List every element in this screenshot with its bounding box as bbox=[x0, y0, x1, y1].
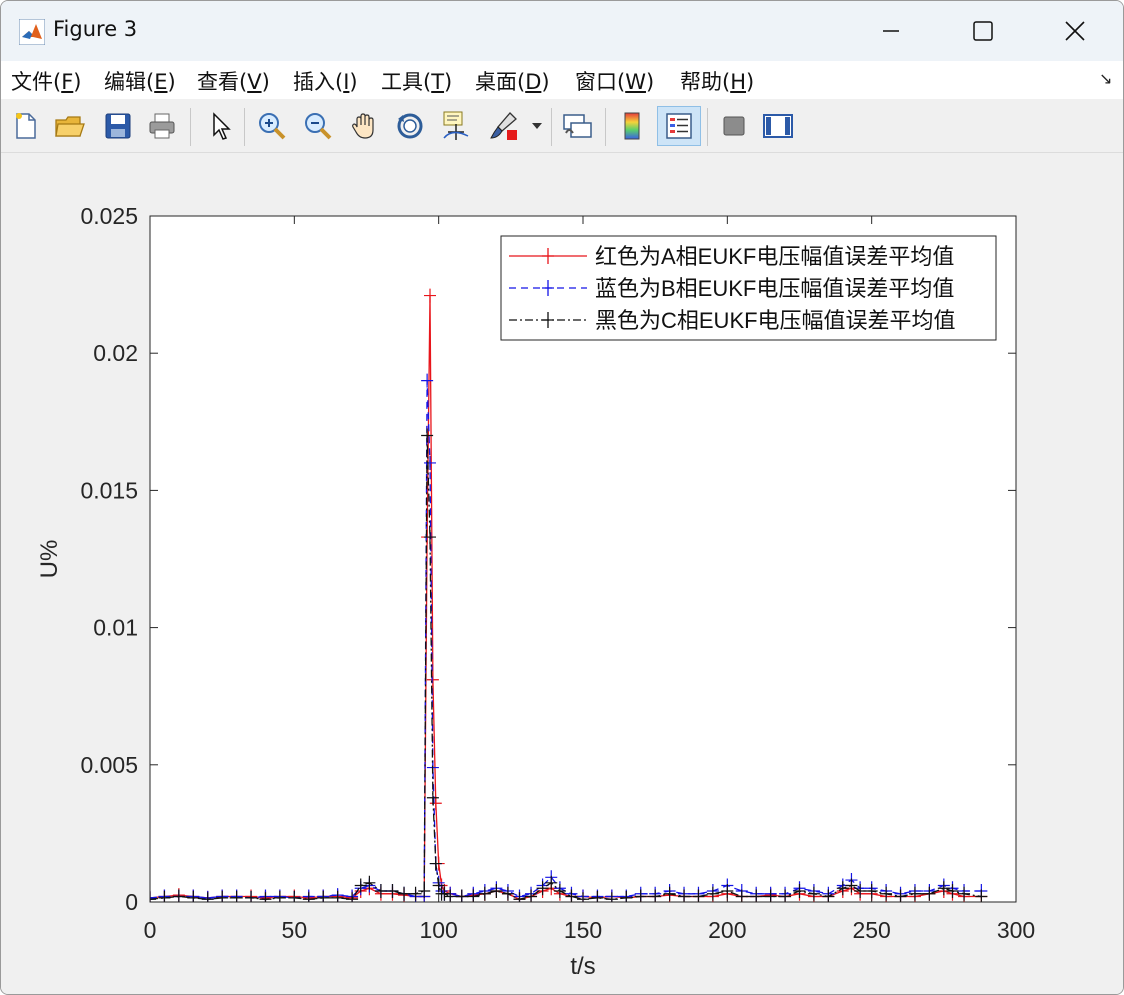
toolbar-separator bbox=[551, 108, 552, 146]
chevron-down-icon bbox=[532, 123, 542, 129]
x-tick-label: 50 bbox=[282, 917, 308, 943]
close-button[interactable] bbox=[1029, 1, 1121, 61]
zoom-in-icon bbox=[259, 113, 286, 140]
pan-icon bbox=[352, 113, 374, 139]
show-plot-tools-button[interactable] bbox=[759, 106, 797, 146]
data-cursor-icon bbox=[443, 111, 469, 140]
maximize-button[interactable] bbox=[937, 1, 1029, 61]
brush-icon bbox=[490, 112, 517, 140]
save-icon bbox=[105, 113, 131, 139]
hide-plot-tools-button[interactable] bbox=[715, 106, 753, 146]
close-icon bbox=[1065, 21, 1085, 41]
menu-help[interactable]: 帮助(H) bbox=[680, 66, 754, 96]
print-button[interactable] bbox=[143, 106, 181, 146]
toolbar-separator bbox=[190, 108, 191, 146]
minimize-button[interactable] bbox=[845, 1, 937, 61]
zoom-out-icon bbox=[305, 113, 332, 140]
figure-canvas: 0 50 100 150 200 250 300 0 0.005 0.01 0.015 0.02 0.0… bbox=[1, 153, 1123, 994]
legend-button[interactable] bbox=[657, 106, 701, 146]
hide-plot-tools-icon bbox=[723, 116, 745, 136]
figure-window: Figure 3 文件(F) 编辑(E) 查看(V) 插入(I) 工具(T) 桌… bbox=[0, 0, 1124, 995]
legend[interactable]: 红色为A相EUKF电压幅值误差平均值蓝色为B相EUKF电压幅值误差平均值黑色为C… bbox=[500, 235, 997, 341]
window-title: Figure 3 bbox=[53, 17, 138, 41]
pan-button[interactable] bbox=[345, 106, 383, 146]
link-plot-button[interactable] bbox=[559, 106, 597, 146]
menu-desktop[interactable]: 桌面(D) bbox=[475, 66, 550, 96]
figure-toolbar bbox=[1, 100, 1123, 153]
menu-view[interactable]: 查看(V) bbox=[197, 66, 270, 96]
data-cursor-button[interactable] bbox=[437, 106, 475, 146]
dock-arrow-icon[interactable]: ↘ bbox=[1099, 69, 1112, 88]
zoom-out-button[interactable] bbox=[299, 106, 337, 146]
y-tick-label: 0.01 bbox=[93, 615, 138, 641]
x-tick-label: 250 bbox=[852, 917, 890, 943]
y-tick-label: 0.025 bbox=[80, 203, 138, 229]
menu-edit[interactable]: 编辑(E) bbox=[104, 66, 176, 96]
menu-window[interactable]: 窗口(W) bbox=[575, 66, 654, 96]
y-tick-label: 0.02 bbox=[93, 340, 138, 366]
legend-icon bbox=[666, 113, 692, 139]
maximize-icon bbox=[973, 21, 993, 41]
x-tick-label: 150 bbox=[564, 917, 602, 943]
title-bar[interactable]: Figure 3 bbox=[1, 1, 1123, 61]
x-axis-label: t/s bbox=[570, 953, 595, 980]
toolbar-separator bbox=[605, 108, 606, 146]
legend-entry-2: 蓝色为B相EUKF电压幅值误差平均值 bbox=[595, 276, 954, 301]
toolbar-separator bbox=[707, 108, 708, 146]
save-button[interactable] bbox=[99, 106, 137, 146]
minimize-icon bbox=[883, 30, 899, 32]
link-plot-icon bbox=[563, 114, 592, 138]
pointer-button[interactable] bbox=[201, 106, 239, 146]
menu-file[interactable]: 文件(F) bbox=[11, 66, 82, 96]
show-plot-tools-icon bbox=[763, 114, 793, 138]
x-tick-label: 0 bbox=[144, 917, 157, 943]
new-figure-icon bbox=[16, 113, 36, 139]
rotate-3d-button[interactable] bbox=[391, 106, 429, 146]
zoom-in-button[interactable] bbox=[253, 106, 291, 146]
legend-entry-3: 黑色为C相EUKF电压幅值误差平均值 bbox=[595, 308, 956, 333]
y-tick-label: 0.005 bbox=[80, 752, 138, 778]
rotate-3d-icon bbox=[397, 113, 423, 139]
line-chart[interactable]: 0 50 100 150 200 250 300 0 0.005 0.01 0.015 0.02 0.0… bbox=[1, 153, 1123, 994]
print-icon bbox=[149, 113, 175, 139]
menu-insert[interactable]: 插入(I) bbox=[293, 66, 358, 96]
x-tick-label: 200 bbox=[708, 917, 746, 943]
y-tick-label: 0 bbox=[125, 889, 138, 915]
toolbar-separator bbox=[244, 108, 245, 146]
brush-dropdown-button[interactable] bbox=[527, 106, 547, 146]
menu-tools[interactable]: 工具(T) bbox=[381, 66, 452, 96]
new-figure-button[interactable] bbox=[7, 106, 45, 146]
pointer-icon bbox=[213, 112, 231, 140]
matlab-logo-icon bbox=[19, 19, 45, 45]
legend-entry-1: 红色为A相EUKF电压幅值误差平均值 bbox=[595, 244, 954, 269]
y-axis-label: U% bbox=[36, 540, 63, 579]
open-file-button[interactable] bbox=[51, 106, 89, 146]
x-tick-label: 300 bbox=[997, 917, 1035, 943]
brush-button[interactable] bbox=[485, 106, 523, 146]
open-file-icon bbox=[55, 116, 85, 137]
y-tick-label: 0.015 bbox=[80, 477, 138, 503]
colorbar-button[interactable] bbox=[613, 106, 651, 146]
colorbar-icon bbox=[624, 112, 640, 140]
x-tick-label: 100 bbox=[419, 917, 457, 943]
menu-bar: 文件(F) 编辑(E) 查看(V) 插入(I) 工具(T) 桌面(D) 窗口(W… bbox=[1, 61, 1123, 99]
